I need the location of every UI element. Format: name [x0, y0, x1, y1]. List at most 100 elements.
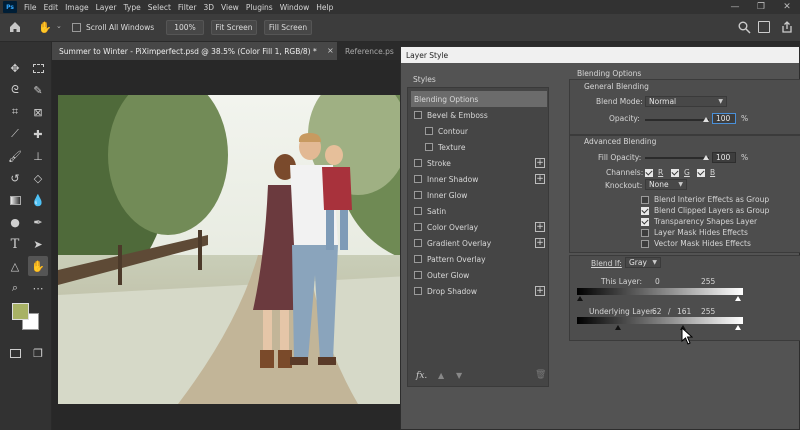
- menu-edit[interactable]: Edit: [44, 3, 59, 12]
- path-select-icon[interactable]: ➤: [30, 236, 46, 252]
- add-color-overlay-icon[interactable]: +: [535, 222, 545, 232]
- restore-icon[interactable]: ❐: [748, 0, 774, 14]
- healing-tool-icon[interactable]: ✚: [30, 126, 46, 142]
- tab-reference[interactable]: Reference.ps: [338, 42, 408, 60]
- fill-opacity-slider[interactable]: [645, 157, 709, 159]
- more-tools-icon[interactable]: ⋯: [30, 280, 46, 296]
- move-down-icon[interactable]: ▼: [456, 371, 462, 380]
- knockout-select[interactable]: None ▼: [645, 179, 687, 190]
- this-layer-white-thumb[interactable]: [735, 296, 741, 301]
- fit-screen-button[interactable]: Fit Screen: [211, 20, 257, 35]
- layer-mask-hides-effects[interactable]: Layer Mask Hides Effects: [641, 228, 748, 237]
- move-tool-icon[interactable]: ✥: [7, 60, 23, 76]
- this-layer-gradient[interactable]: [577, 288, 743, 295]
- eraser-tool-icon[interactable]: ◇: [30, 170, 46, 186]
- channel-g-checkbox[interactable]: [671, 168, 679, 177]
- tab-close-icon[interactable]: ×: [327, 46, 334, 55]
- menu-layer[interactable]: Layer: [96, 3, 117, 12]
- stamp-tool-icon[interactable]: ⊥: [30, 148, 46, 164]
- inner-shadow-checkbox[interactable]: [414, 175, 422, 183]
- blur-tool-icon[interactable]: 💧: [30, 192, 46, 208]
- zoom-100-button[interactable]: 100%: [166, 20, 204, 35]
- blend-mode-select[interactable]: Normal ▼: [645, 96, 727, 107]
- dodge-tool-icon[interactable]: ●: [7, 214, 23, 230]
- transparency-shapes-checkbox[interactable]: [641, 217, 649, 226]
- add-stroke-icon[interactable]: +: [535, 158, 545, 168]
- style-contour[interactable]: Contour: [411, 123, 547, 139]
- opacity-slider[interactable]: [645, 119, 709, 121]
- opacity-slider-thumb[interactable]: [703, 117, 709, 122]
- tab-active-document[interactable]: Summer to Winter - PiXimperfect.psd @ 38…: [52, 42, 337, 60]
- minimize-icon[interactable]: —: [722, 0, 748, 14]
- share-icon[interactable]: [780, 20, 794, 34]
- style-drop-shadow[interactable]: Drop Shadow +: [411, 283, 547, 299]
- eyedropper-tool-icon[interactable]: ⟋: [7, 126, 23, 142]
- underlying-layer-gradient[interactable]: [577, 317, 743, 324]
- close-window-icon[interactable]: ✕: [774, 0, 800, 14]
- blend-clipped-layers[interactable]: Blend Clipped Layers as Group: [641, 206, 769, 215]
- screen-mode-icon[interactable]: ❐: [30, 345, 46, 361]
- blend-clipped-checkbox[interactable]: [641, 206, 649, 215]
- vector-mask-checkbox[interactable]: [641, 239, 649, 248]
- bevel-checkbox[interactable]: [414, 111, 422, 119]
- blend-if-select[interactable]: Gray ▼: [625, 257, 661, 268]
- move-up-icon[interactable]: ▲: [438, 371, 444, 380]
- channel-g[interactable]: G: [671, 168, 690, 177]
- zoom-tool-icon[interactable]: ⌕: [7, 280, 23, 296]
- home-icon[interactable]: [8, 20, 22, 34]
- underlying-white-thumb[interactable]: [735, 325, 741, 330]
- menu-view[interactable]: View: [221, 3, 239, 12]
- style-stroke[interactable]: Stroke +: [411, 155, 547, 171]
- shape-tool-icon[interactable]: △: [7, 258, 23, 274]
- layer-mask-checkbox[interactable]: [641, 228, 649, 237]
- add-inner-shadow-icon[interactable]: +: [535, 174, 545, 184]
- menu-help[interactable]: Help: [316, 3, 333, 12]
- style-bevel-emboss[interactable]: Bevel & Emboss: [411, 107, 547, 123]
- scroll-all-checkbox[interactable]: [72, 23, 81, 32]
- channel-b-checkbox[interactable]: [697, 168, 705, 177]
- drop-shadow-checkbox[interactable]: [414, 287, 422, 295]
- crop-tool-icon[interactable]: ⌗: [7, 104, 23, 120]
- color-overlay-checkbox[interactable]: [414, 223, 422, 231]
- add-drop-shadow-icon[interactable]: +: [535, 286, 545, 296]
- inner-glow-checkbox[interactable]: [414, 191, 422, 199]
- marquee-tool-icon[interactable]: [30, 60, 46, 76]
- channel-r-checkbox[interactable]: [645, 168, 653, 177]
- this-layer-black-thumb[interactable]: [577, 296, 583, 301]
- menu-filter[interactable]: Filter: [178, 3, 197, 12]
- quick-select-tool-icon[interactable]: ✎: [30, 82, 46, 98]
- contour-checkbox[interactable]: [425, 127, 433, 135]
- style-blending-options[interactable]: Blending Options: [411, 91, 547, 107]
- menu-file[interactable]: File: [24, 3, 37, 12]
- gradient-tool-icon[interactable]: [7, 192, 23, 208]
- style-color-overlay[interactable]: Color Overlay +: [411, 219, 547, 235]
- vector-mask-hides-effects[interactable]: Vector Mask Hides Effects: [641, 239, 751, 248]
- brush-tool-icon[interactable]: 🖌: [7, 148, 23, 164]
- add-gradient-overlay-icon[interactable]: +: [535, 238, 545, 248]
- history-brush-icon[interactable]: ↺: [7, 170, 23, 186]
- fill-screen-button[interactable]: Fill Screen: [264, 20, 312, 35]
- pattern-overlay-checkbox[interactable]: [414, 255, 422, 263]
- underlying-left-thumb[interactable]: [615, 325, 621, 330]
- outer-glow-checkbox[interactable]: [414, 271, 422, 279]
- style-outer-glow[interactable]: Outer Glow: [411, 267, 547, 283]
- hand-tool-active-icon[interactable]: ✋: [28, 256, 48, 276]
- blend-interior-effects[interactable]: Blend Interior Effects as Group: [641, 195, 769, 204]
- workspace-icon[interactable]: [758, 21, 770, 33]
- frame-tool-icon[interactable]: ⊠: [30, 104, 46, 120]
- search-icon[interactable]: [738, 21, 751, 34]
- trash-icon[interactable]: 🗑: [535, 370, 546, 380]
- gradient-overlay-checkbox[interactable]: [414, 239, 422, 247]
- opacity-input[interactable]: 100: [712, 113, 736, 124]
- menu-plugins[interactable]: Plugins: [246, 3, 273, 12]
- satin-checkbox[interactable]: [414, 207, 422, 215]
- menu-type[interactable]: Type: [124, 3, 141, 12]
- fill-opacity-input[interactable]: 100: [712, 152, 736, 163]
- menu-window[interactable]: Window: [280, 3, 310, 12]
- transparency-shapes-layer[interactable]: Transparency Shapes Layer: [641, 217, 757, 226]
- foreground-color-swatch[interactable]: [12, 303, 29, 320]
- chevron-down-icon[interactable]: ⌄: [56, 22, 62, 30]
- style-inner-shadow[interactable]: Inner Shadow +: [411, 171, 547, 187]
- style-texture[interactable]: Texture: [411, 139, 547, 155]
- style-gradient-overlay[interactable]: Gradient Overlay +: [411, 235, 547, 251]
